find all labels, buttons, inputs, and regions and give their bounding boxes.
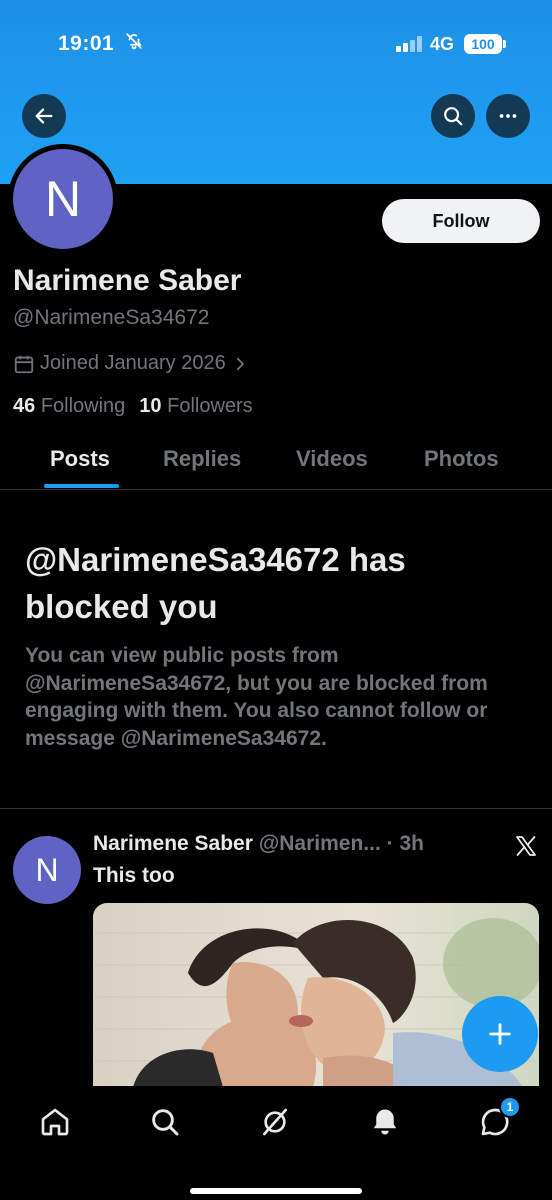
network-type: 4G [430,34,455,54]
post-handle: @Narimen... [258,832,381,855]
post-header: Narimene Saber @Narimen... · 3h [93,832,424,856]
status-bar: 19:01 4G 100 [0,0,552,90]
profile-tabs: Posts Replies Videos Photos [0,436,552,490]
calendar-icon [14,355,34,373]
back-arrow-icon [35,108,53,124]
nav-messages[interactable]: 1 [473,1096,521,1144]
status-time-text: 19:01 [58,32,115,55]
following-count: 46 [13,395,36,417]
following-label: Following [40,395,126,417]
bottom-nav: 1 [0,1086,552,1200]
home-icon [41,1108,69,1136]
chevron-right-icon [236,357,244,370]
more-icon [499,114,517,118]
blocked-body: You can view public posts from @Narimene… [25,644,488,750]
plus-icon [489,1023,511,1045]
x-logo-icon [514,834,538,863]
nav-notifications[interactable] [363,1100,407,1144]
bell-icon [373,1109,397,1135]
search-button[interactable] [431,94,475,138]
followers-link[interactable]: 10 Followers [139,395,252,418]
search-icon [444,107,463,126]
more-button[interactable] [486,94,530,138]
post-avatar[interactable]: N [13,836,81,904]
post-time: · 3h [380,832,424,855]
blocked-title: @NarimeneSa34672 has blocked you [25,541,406,625]
nav-home[interactable] [33,1100,77,1144]
search-icon [152,1109,179,1136]
follow-button[interactable]: Follow [382,199,540,243]
joined-text: Joined January 2026 [40,352,226,374]
nav-search[interactable] [143,1100,187,1144]
divider [0,808,552,809]
following-link[interactable]: 46 Following [13,395,125,418]
tab-photos[interactable]: Photos [424,446,499,472]
post-text: This too [93,864,175,887]
follow-stats: 46 Following 10 Followers [13,395,253,418]
home-indicator [190,1188,362,1194]
profile-handle: @NarimeneSa34672 [13,306,210,329]
profile-avatar[interactable]: N [8,144,118,254]
active-tab-indicator [44,484,119,488]
silent-bell-icon [125,32,143,56]
grok-icon [263,1108,287,1136]
tab-videos[interactable]: Videos [296,446,368,472]
post-author[interactable]: Narimene Saber [93,832,253,855]
profile-avatar-letter: N [13,149,113,249]
back-button[interactable] [22,94,66,138]
profile-name: Narimene Saber [13,264,242,297]
messages-badge: 1 [499,1096,521,1118]
tab-posts[interactable]: Posts [50,446,110,472]
battery-icon: 100 [464,34,506,54]
compose-button[interactable] [462,996,538,1072]
nav-grok[interactable] [253,1100,297,1144]
followers-count: 10 [139,395,162,417]
joined-date[interactable]: Joined January 2026 [13,352,249,375]
followers-label: Followers [167,395,253,417]
tab-replies[interactable]: Replies [163,446,241,472]
status-time: 19:01 [58,32,143,56]
signal-icon [396,36,422,52]
